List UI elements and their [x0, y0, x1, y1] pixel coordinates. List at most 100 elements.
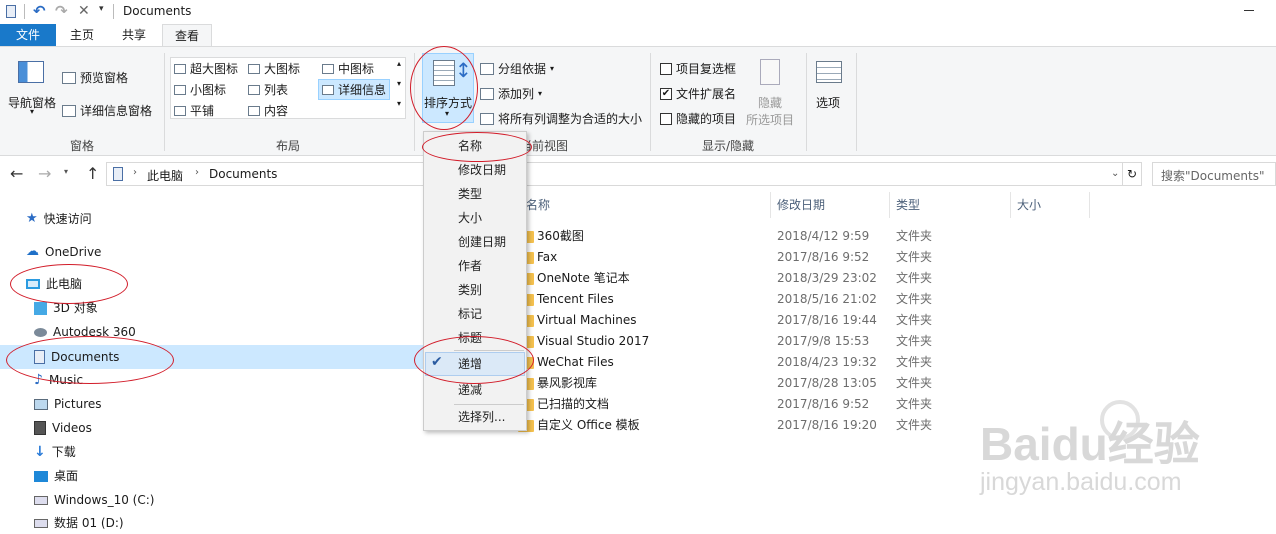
sort-menu-item[interactable]: 作者 [424, 254, 526, 278]
address-bar[interactable]: › 此电脑 › Documents ⌄ [106, 162, 1124, 186]
file-extensions-checkbox[interactable]: ✔ [660, 87, 672, 100]
layout-group-label: 布局 [275, 139, 300, 153]
file-extensions-label: 文件扩展名 [676, 87, 737, 101]
sort-menu-item[interactable]: 类别 [424, 278, 526, 302]
autodesk-icon [34, 327, 47, 337]
nav-pictures[interactable]: Pictures [34, 393, 102, 415]
layout-tiles[interactable]: 平铺 [174, 102, 214, 119]
options-button[interactable]: 选项 [812, 57, 848, 127]
nav-pane-icon [18, 61, 44, 83]
group-by-icon [480, 62, 494, 75]
sort-menu-item[interactable]: 大小 [424, 206, 526, 230]
doc-icon [6, 5, 16, 18]
layout-large-icons[interactable]: 大图标 [248, 60, 300, 77]
up-arrow-icon[interactable]: ↑ [86, 164, 99, 183]
details-label: 详细信息 [338, 83, 387, 97]
hidden-items-checkbox[interactable] [660, 112, 672, 125]
undo-icon[interactable]: ↶ [33, 2, 46, 20]
watermark-brand: Baidu经验 [980, 418, 1200, 470]
nav-quick-access[interactable]: ★ 快速访问 [26, 208, 92, 230]
add-columns-button[interactable]: 添加列 ▾ [480, 85, 542, 102]
file-date: 2017/8/16 19:44 [777, 313, 877, 327]
file-type: 文件夹 [896, 334, 933, 348]
item-checkboxes-toggle[interactable]: 项目复选框 [660, 60, 736, 77]
layout-expand-icon[interactable]: ▾ [397, 99, 401, 108]
search-input[interactable]: 搜索"Documents" [1161, 167, 1264, 184]
preview-pane-button[interactable]: 预览窗格 [62, 69, 128, 86]
redo-icon[interactable]: ↷ [55, 2, 68, 20]
sort-menu-item[interactable]: 类型 [424, 182, 526, 206]
hide-label: 隐藏 [758, 96, 783, 110]
show-hide-group-label: 显示/隐藏 [701, 139, 755, 153]
table-row[interactable]: 360截图 2018/4/12 9:59 文件夹 [498, 226, 1098, 247]
delete-icon[interactable]: ✕ [78, 3, 90, 19]
group-separator [806, 53, 807, 151]
nav-downloads[interactable]: ↓ 下载 [34, 441, 76, 463]
hide-selected-button[interactable]: 隐藏 所选项目 [744, 57, 800, 127]
tab-file[interactable]: 文件 [0, 24, 56, 46]
column-header-name[interactable]: 名称 [526, 192, 772, 218]
tab-view[interactable]: 查看 [162, 24, 212, 47]
file-date: 2018/4/23 19:32 [777, 355, 877, 369]
file-date: 2018/5/16 21:02 [777, 292, 877, 306]
nav-videos[interactable]: Videos [34, 417, 92, 439]
tiles-label: 平铺 [190, 104, 215, 118]
nav-onedrive[interactable]: ☁ OneDrive [26, 241, 101, 263]
layout-scroll-down-icon[interactable]: ▾ [397, 79, 401, 88]
table-row[interactable]: Visual Studio 2017 2017/9/8 15:53 文件夹 [498, 331, 1098, 352]
file-date: 2017/8/28 13:05 [777, 376, 877, 390]
column-header-type[interactable]: 类型 [896, 192, 1008, 218]
ribbon: 导航窗格 ▾ 预览窗格 详细信息窗格 窗格 超大图标 大图标 中图标 小图标 列… [0, 46, 1276, 156]
tab-share[interactable]: 共享 [110, 24, 158, 46]
nav-pane-button[interactable]: 导航窗格 ▾ [6, 59, 58, 119]
address-dropdown-icon[interactable]: ⌄ [1111, 168, 1119, 179]
file-date: 2017/8/16 19:20 [777, 418, 877, 432]
file-date: 2017/8/16 9:52 [777, 250, 870, 264]
layout-scroll-up-icon[interactable]: ▴ [397, 59, 401, 68]
hidden-items-label: 隐藏的项目 [676, 112, 737, 126]
hidden-items-toggle[interactable]: 隐藏的项目 [660, 110, 736, 127]
column-header-date[interactable]: 修改日期 [777, 192, 889, 218]
tab-home[interactable]: 主页 [58, 24, 106, 46]
breadcrumb-this-pc[interactable]: 此电脑 [147, 167, 183, 184]
file-extensions-toggle[interactable]: ✔ 文件扩展名 [660, 85, 736, 102]
recent-locations-icon[interactable]: ▾ [64, 167, 68, 176]
back-arrow-icon[interactable]: ← [10, 164, 23, 183]
address-row: ← → ▾ ↑ › 此电脑 › Documents ⌄ ↻ 搜索"Documen… [0, 162, 1276, 186]
nav-drive-d[interactable]: 数据 01 (D:) [34, 512, 124, 534]
minimize-icon[interactable] [1244, 10, 1254, 11]
breadcrumb-documents[interactable]: Documents [209, 167, 277, 181]
customize-toolbar-icon[interactable]: ▾ [99, 4, 104, 14]
size-all-columns-button[interactable]: 将所有列调整为合适的大小 [480, 110, 642, 127]
details-pane-button[interactable]: 详细信息窗格 [62, 102, 152, 119]
layout-extra-large-icons[interactable]: 超大图标 [174, 60, 238, 77]
table-row[interactable]: OneNote 笔记本 2018/3/29 23:02 文件夹 [498, 268, 1098, 289]
table-row[interactable]: 暴风影视库 2017/8/28 13:05 文件夹 [498, 373, 1098, 394]
refresh-button[interactable]: ↻ [1122, 162, 1142, 186]
nav-desktop[interactable]: 桌面 [34, 465, 78, 487]
sort-menu-item[interactable]: 创建日期 [424, 230, 526, 254]
table-row[interactable]: Tencent Files 2018/5/16 21:02 文件夹 [498, 289, 1098, 310]
item-checkboxes-checkbox[interactable] [660, 62, 672, 75]
table-row[interactable]: WeChat Files 2018/4/23 19:32 文件夹 [498, 352, 1098, 373]
layout-details[interactable]: 详细信息 [318, 79, 391, 100]
nav-drive-c[interactable]: Windows_10 (C:) [34, 489, 154, 511]
table-row[interactable]: Fax 2017/8/16 9:52 文件夹 [498, 247, 1098, 268]
layout-list[interactable]: 列表 [248, 81, 288, 98]
layout-content[interactable]: 内容 [248, 102, 288, 119]
table-row[interactable]: Virtual Machines 2017/8/16 19:44 文件夹 [498, 310, 1098, 331]
layout-small-icons[interactable]: 小图标 [174, 81, 226, 98]
file-type: 文件夹 [896, 376, 933, 390]
watermark: Baidu经验 jingyan.baidu.com [980, 400, 1270, 510]
layout-medium-icons[interactable]: 中图标 [322, 60, 374, 77]
file-type: 文件夹 [896, 292, 933, 306]
choose-columns[interactable]: 选择列... [424, 405, 526, 429]
column-header-size[interactable]: 大小 [1017, 192, 1089, 218]
file-type: 文件夹 [896, 418, 933, 432]
forward-arrow-icon[interactable]: → [38, 164, 51, 183]
search-box[interactable]: 搜索"Documents" [1152, 162, 1276, 186]
item-checkboxes-label: 项目复选框 [676, 62, 737, 76]
size-all-columns-label: 将所有列调整为合适的大小 [498, 112, 643, 126]
sort-menu-item[interactable]: 标记 [424, 302, 526, 326]
group-by-button[interactable]: 分组依据 ▾ [480, 60, 554, 77]
